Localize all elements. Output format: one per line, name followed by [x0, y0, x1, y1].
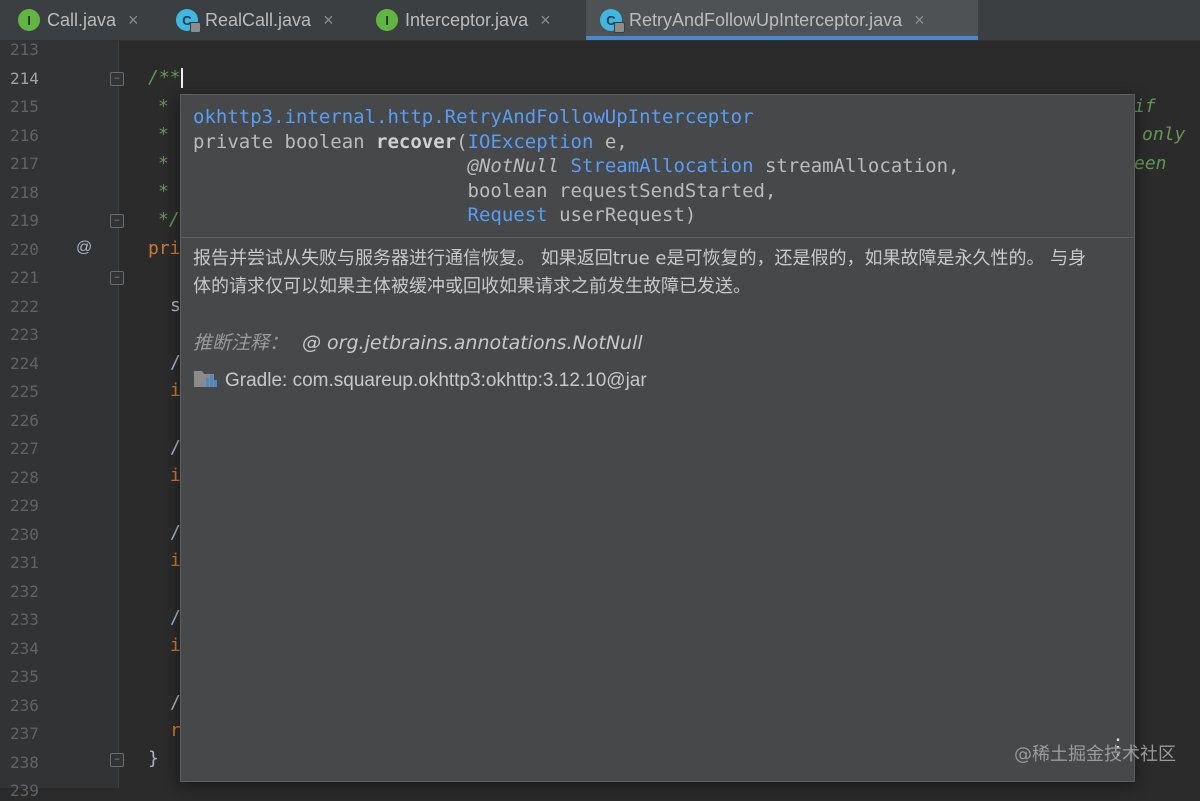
method-name: recover	[376, 130, 457, 153]
fold-icon[interactable]: −	[110, 72, 124, 86]
code-line-217: *	[158, 153, 169, 174]
line-number: 228	[10, 467, 39, 487]
line-number: 237	[10, 724, 39, 743]
inferred-value: @ org.jetbrains.annotations.NotNull	[302, 332, 643, 354]
line-number: 214	[10, 68, 39, 88]
line-number: 232	[10, 581, 39, 601]
param-type-link[interactable]: StreamAllocation	[571, 155, 754, 177]
gradle-library: Gradle: com.squareup.okhttp3:okhttp:3.12…	[193, 367, 647, 395]
gutter-divider	[118, 41, 119, 788]
tab-retryandfollowupinterceptor-java[interactable]: C RetryAndFollowUpInterceptor.java ×	[586, 0, 978, 40]
open-paren: (	[456, 130, 468, 153]
line-number: 216	[10, 125, 39, 145]
code-line-219: */	[158, 209, 180, 230]
close-icon[interactable]: ×	[540, 10, 551, 31]
interface-icon: I	[376, 9, 398, 31]
text-caret	[180, 68, 183, 88]
param-name: userRequest)	[547, 204, 697, 226]
param-name: streamAllocation,	[753, 155, 960, 177]
fold-icon[interactable]: −	[110, 753, 124, 767]
line-number: 226	[10, 410, 39, 430]
line-number: 220	[10, 239, 39, 259]
line-number: 236	[10, 695, 39, 715]
line-number: 231	[10, 553, 39, 572]
line-number: 225	[10, 382, 39, 401]
line-number: 223	[10, 325, 39, 344]
line-number: 239	[10, 781, 39, 800]
param-type-link[interactable]: Request	[468, 204, 548, 226]
fold-icon[interactable]: −	[110, 214, 124, 228]
tab-label: Call.java	[47, 9, 117, 30]
popup-divider	[181, 237, 1134, 238]
doc-comment-open: /**	[148, 67, 181, 88]
param-boolean: boolean requestSendStarted,	[467, 179, 777, 202]
param-type-link[interactable]: IOException	[468, 131, 594, 153]
signature-modifiers: private boolean	[193, 130, 377, 153]
line-number: 218	[10, 182, 39, 202]
tab-interceptor-java[interactable]: I Interceptor.java ×	[376, 0, 551, 40]
interface-icon: I	[18, 9, 40, 31]
inferred-label: 推断注释：	[193, 332, 289, 354]
code-line-216: *	[158, 124, 169, 145]
method-description: 报告并尝试从失败与服务器进行通信恢复。 如果返回true e是可恢复的，还是假的…	[193, 248, 1087, 297]
library-icon	[193, 367, 219, 395]
code-line-238: }	[148, 748, 159, 769]
line-number: 221	[10, 268, 39, 287]
line-number: 222	[10, 296, 39, 316]
code-fragment-if: if	[1134, 96, 1156, 117]
override-marker-icon[interactable]: @	[76, 239, 92, 257]
line-number: 217	[10, 154, 39, 173]
class-icon: C	[600, 9, 625, 33]
tab-realcall-java[interactable]: C RealCall.java ×	[176, 0, 334, 40]
qualified-class-link[interactable]: okhttp3.internal.http.RetryAndFollowUpIn…	[193, 106, 754, 128]
fold-icon[interactable]: −	[110, 271, 124, 285]
code-line-214: /**	[148, 68, 183, 88]
tab-label: RealCall.java	[205, 9, 312, 30]
param-annotation: @NotNull	[467, 155, 560, 177]
code-fragment-een: een	[1134, 153, 1167, 174]
gradle-text: Gradle: com.squareup.okhttp3:okhttp:3.12…	[225, 370, 647, 391]
code-line-218: *	[158, 181, 169, 202]
line-number: 229	[10, 496, 39, 515]
tab-label: Interceptor.java	[405, 9, 529, 30]
line-number: 234	[10, 638, 39, 658]
line-number: 219	[10, 211, 39, 230]
quick-documentation-popup[interactable]: okhttp3.internal.http.RetryAndFollowUpIn…	[180, 94, 1135, 782]
tab-label: RetryAndFollowUpInterceptor.java	[629, 9, 903, 30]
line-number: 215	[10, 97, 39, 116]
class-icon: C	[176, 9, 201, 33]
line-number: 235	[10, 667, 39, 686]
lock-icon	[614, 22, 625, 33]
code-line-220: pri	[148, 238, 181, 259]
close-icon[interactable]: ×	[914, 10, 925, 31]
close-icon[interactable]: ×	[128, 10, 139, 31]
close-icon[interactable]: ×	[323, 10, 334, 31]
editor-tab-bar: I Call.java × C RealCall.java × I Interc…	[0, 0, 1200, 41]
watermark-text: @稀土掘金技术社区	[1014, 744, 1176, 765]
active-tab-indicator	[586, 36, 978, 40]
lock-icon	[190, 22, 201, 33]
code-line-215: *	[158, 96, 169, 117]
inferred-annotations: 推断注释： @ org.jetbrains.annotations.NotNull	[193, 328, 643, 355]
line-number: 224	[10, 353, 39, 373]
param-name: e,	[593, 130, 628, 153]
line-number: 238	[10, 752, 39, 772]
line-number: 227	[10, 439, 39, 458]
method-signature: okhttp3.internal.http.RetryAndFollowUpIn…	[193, 105, 959, 228]
tab-call-java[interactable]: I Call.java ×	[18, 0, 139, 40]
line-number: 233	[10, 610, 39, 629]
line-number: 213	[10, 40, 39, 59]
code-fragment-only: only	[1142, 124, 1186, 145]
line-number: 230	[10, 524, 39, 544]
